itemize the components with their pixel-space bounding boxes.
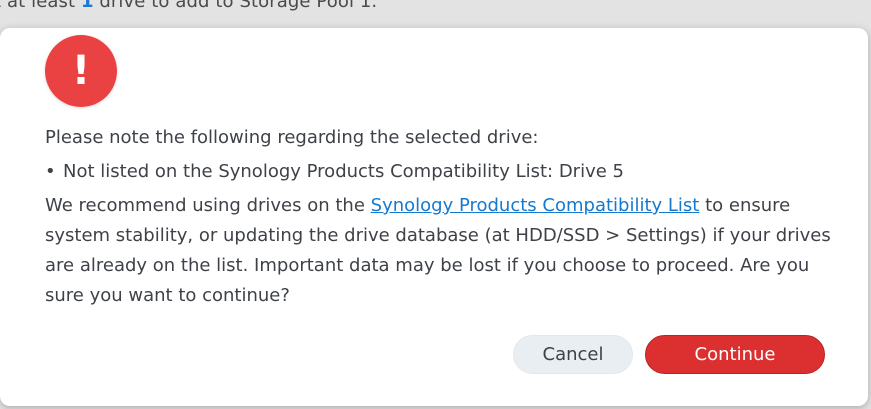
bullet-marker: • (45, 161, 56, 182)
incompatible-drive-item: • Not listed on the Synology Products Co… (45, 157, 835, 187)
recommendation-prefix: We recommend using drives on the (45, 195, 371, 216)
recommendation-text: We recommend using drives on the Synolog… (45, 191, 835, 311)
dialog-intro-text: Please note the following regarding the … (45, 127, 539, 148)
continue-button[interactable]: Continue (645, 335, 825, 374)
exclamation-icon: ! (45, 35, 117, 107)
dialog-message: Please note the following regarding the … (45, 123, 835, 311)
background-pool-message: t at least 1 drive to add to Storage Poo… (0, 0, 377, 12)
incompatible-drive-text: Not listed on the Synology Products Comp… (63, 161, 624, 182)
background-text-suffix: drive to add to Storage Pool 1. (93, 0, 378, 12)
background-text-prefix: t at least (0, 0, 81, 12)
compatibility-warning-dialog: ! Please note the following regarding th… (0, 28, 868, 406)
cancel-button[interactable]: Cancel (513, 335, 633, 374)
background-drive-count: 1 (80, 0, 94, 12)
compatibility-list-link[interactable]: Synology Products Compatibility List (371, 195, 700, 216)
